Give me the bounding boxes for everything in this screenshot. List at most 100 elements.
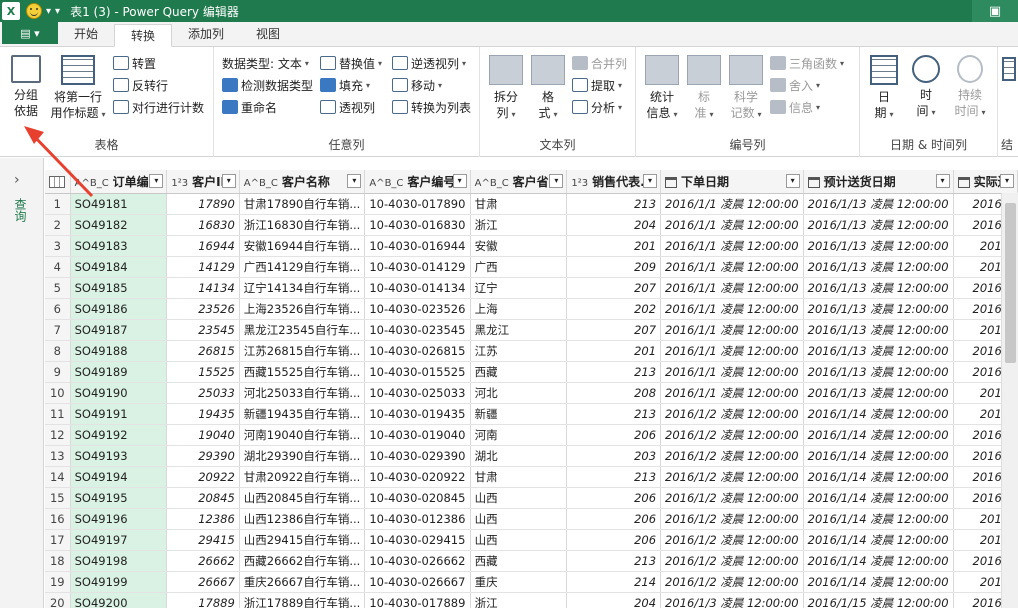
table-cell[interactable]: 20922	[166, 466, 240, 488]
table-cell[interactable]: 16830	[166, 214, 240, 236]
table-cell[interactable]: 2016/1/2 凌晨 12:00:00	[660, 445, 804, 467]
table-cell[interactable]: SO49198	[70, 550, 168, 572]
table-cell[interactable]: 26815	[166, 340, 240, 362]
table-cell[interactable]: 甘肃17890自行车销...	[239, 193, 366, 215]
table-cell[interactable]: 29390	[166, 445, 240, 467]
table-cell[interactable]: 西藏	[470, 361, 568, 383]
table-cell[interactable]: 10-4030-020845	[364, 487, 471, 509]
table-cell[interactable]: 2016/1/13 凌晨 12:00:00	[803, 319, 954, 341]
number-type-icon[interactable]: 1²3	[171, 178, 188, 189]
table-cell[interactable]: 辽宁	[470, 277, 568, 299]
table-cell[interactable]: 23526	[166, 298, 240, 320]
row-number[interactable]: 2	[45, 214, 71, 236]
table-cell[interactable]: SO49187	[70, 319, 168, 341]
table-cell[interactable]: 河北25033自行车销...	[239, 382, 366, 404]
table-cell[interactable]: 20845	[166, 487, 240, 509]
row-number[interactable]: 1	[45, 193, 71, 215]
row-number[interactable]: 12	[45, 424, 71, 446]
extract-button[interactable]: 提取 ▾	[572, 75, 622, 95]
window-control-icon[interactable]: ▣	[972, 0, 1018, 22]
table-cell[interactable]: 2016/1/2 凌晨 12:00:00	[660, 571, 804, 593]
table-cell[interactable]: 19040	[166, 424, 240, 446]
table-cell[interactable]: 2016/1/14 凌晨 12:00:00	[803, 550, 954, 572]
table-cell[interactable]: 10-4030-017890	[364, 193, 471, 215]
table-cell[interactable]: 2016/1/14 凌晨 12:00:00	[803, 487, 954, 509]
table-cell[interactable]: 201	[566, 235, 662, 257]
table-row[interactable]: 15 SO49195 20845 山西20845自行车销... 10-4030-0208…	[45, 487, 1018, 509]
table-cell[interactable]: 14129	[166, 256, 240, 278]
table-cell[interactable]: 2016/1/13 凌晨 12:00:00	[803, 277, 954, 299]
table-cell[interactable]: 浙江17889自行车销...	[239, 592, 366, 608]
table-cell[interactable]: SO49184	[70, 256, 168, 278]
column-filter-dropdown-icon[interactable]: ▾	[1000, 174, 1014, 188]
parse-button[interactable]: 分析 ▾	[572, 97, 622, 117]
table-row[interactable]: 12 SO49192 19040 河南19040自行车销... 10-4030-0190…	[45, 424, 1018, 446]
table-cell[interactable]: SO49193	[70, 445, 168, 467]
file-menu-button[interactable]: ▤ ▾	[2, 22, 58, 44]
table-cell[interactable]: 201	[566, 340, 662, 362]
text-type-icon[interactable]: A^B_C	[369, 178, 403, 189]
table-row[interactable]: 1 SO49181 17890 甘肃17890自行车销... 10-4030-01789…	[45, 193, 1018, 215]
table-cell[interactable]: 10-4030-026815	[364, 340, 471, 362]
table-cell[interactable]: 2016/1/14 凌晨 12:00:00	[803, 445, 954, 467]
table-cell[interactable]: 206	[566, 508, 662, 530]
table-cell[interactable]: 12386	[166, 508, 240, 530]
table-cell[interactable]: 2016/1/13 凌晨 12:00:00	[803, 361, 954, 383]
table-cell[interactable]: SO49186	[70, 298, 168, 320]
table-cell[interactable]: 西藏26662自行车销...	[239, 550, 366, 572]
table-cell[interactable]: 黑龙江	[470, 319, 568, 341]
row-number[interactable]: 10	[45, 382, 71, 404]
table-cell[interactable]: 14134	[166, 277, 240, 299]
table-cell[interactable]: 山西	[470, 529, 568, 551]
table-cell[interactable]: 16944	[166, 235, 240, 257]
table-cell[interactable]: 10-4030-029390	[364, 445, 471, 467]
table-cell[interactable]: 208	[566, 382, 662, 404]
chevron-down-icon[interactable]: ▾	[46, 6, 51, 17]
column-header[interactable]: A^B_C 客户省... ▾	[470, 170, 568, 194]
duration-button[interactable]: 持续 时间 ▾	[950, 55, 990, 121]
table-cell[interactable]: 黑龙江23545自行车...	[239, 319, 366, 341]
table-cell[interactable]: 26662	[166, 550, 240, 572]
table-cell[interactable]: 2016/1/1 凌晨 12:00:00	[660, 277, 804, 299]
table-cell[interactable]: 2016/1/1 凌晨 12:00:00	[660, 256, 804, 278]
table-cell[interactable]: 2016/1/14 凌晨 12:00:00	[803, 529, 954, 551]
table-row[interactable]: 14 SO49194 20922 甘肃20922自行车销... 10-4030-0209…	[45, 466, 1018, 488]
table-corner-menu[interactable]	[45, 170, 71, 194]
table-cell[interactable]: 213	[566, 466, 662, 488]
table-cell[interactable]: 10-4030-016944	[364, 235, 471, 257]
column-header[interactable]: A^B_C 客户名称 ▾	[239, 170, 366, 194]
table-cell[interactable]: 2016/1/14 凌晨 12:00:00	[803, 571, 954, 593]
row-number[interactable]: 4	[45, 256, 71, 278]
table-cell[interactable]: 2016/1/1 凌晨 12:00:00	[660, 319, 804, 341]
statistics-button[interactable]: 统计 信息 ▾	[642, 55, 682, 123]
table-cell[interactable]: 10-4030-012386	[364, 508, 471, 530]
column-header[interactable]: A^B_C 订单编... ▾	[70, 170, 168, 194]
table-cell[interactable]: 202	[566, 298, 662, 320]
text-type-icon[interactable]: A^B_C	[75, 178, 109, 189]
table-cell[interactable]: 浙江16830自行车销...	[239, 214, 366, 236]
row-number[interactable]: 13	[45, 445, 71, 467]
date-type-icon[interactable]	[957, 176, 970, 188]
table-cell[interactable]: 2016/1/14 凌晨 12:00:00	[803, 424, 954, 446]
table-cell[interactable]: SO49194	[70, 466, 168, 488]
table-cell[interactable]: 2016/1/2 凌晨 12:00:00	[660, 403, 804, 425]
table-cell[interactable]: 2016/1/1 凌晨 12:00:00	[660, 382, 804, 404]
column-filter-dropdown-icon[interactable]: ▾	[643, 174, 658, 188]
table-cell[interactable]: 甘肃	[470, 466, 568, 488]
column-header[interactable]: 预计送货日期 ▾	[803, 170, 954, 194]
text-type-icon[interactable]: A^B_C	[244, 178, 278, 189]
date-type-icon[interactable]	[807, 176, 820, 188]
table-cell[interactable]: SO49192	[70, 424, 168, 446]
column-filter-dropdown-icon[interactable]: ▾	[549, 174, 564, 188]
table-cell[interactable]: 辽宁14134自行车销...	[239, 277, 366, 299]
table-cell[interactable]: 湖北	[470, 445, 568, 467]
table-cell[interactable]: 2016/1/13 凌晨 12:00:00	[803, 298, 954, 320]
column-filter-dropdown-icon[interactable]: ▾	[452, 174, 467, 188]
table-cell[interactable]: 江苏	[470, 340, 568, 362]
transpose-button[interactable]: 转置	[113, 53, 156, 73]
row-number[interactable]: 17	[45, 529, 71, 551]
table-cell[interactable]: 浙江	[470, 214, 568, 236]
table-cell[interactable]: 2016/1/2 凌晨 12:00:00	[660, 466, 804, 488]
table-cell[interactable]: 2016/1/2 凌晨 12:00:00	[660, 487, 804, 509]
table-cell[interactable]: 2016/1/1 凌晨 12:00:00	[660, 340, 804, 362]
